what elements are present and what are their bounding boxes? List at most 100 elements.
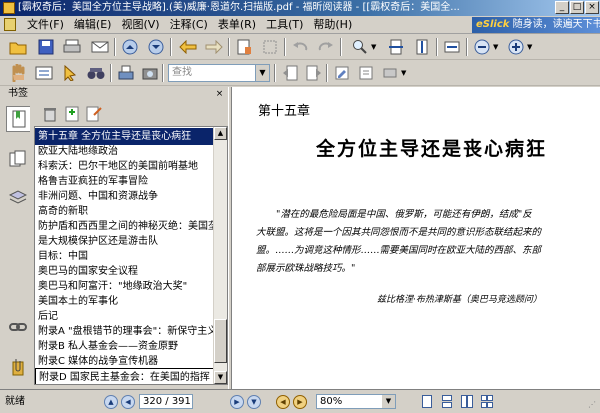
scroll-thumb[interactable]: [214, 319, 227, 363]
select-area-icon[interactable]: [260, 37, 280, 57]
redo-icon[interactable]: [316, 37, 336, 57]
pointer-select-icon[interactable]: [60, 63, 80, 83]
hand-tool-icon[interactable]: [8, 63, 28, 83]
attachments-tab-icon[interactable]: [6, 354, 30, 380]
add-bookmark-icon[interactable]: [62, 104, 82, 124]
email-icon[interactable]: [90, 37, 110, 57]
toolbar-separator: [284, 38, 286, 56]
document-page[interactable]: 第十五章 全方位主导还是丧心病狂 "潜在的最危险局面是中国、俄罗斯，可能还有伊朗…: [232, 87, 600, 389]
eslick-banner[interactable]: eSlick 随身读，读遍天下书！: [472, 17, 600, 33]
sidebar-close-icon[interactable]: ×: [214, 89, 225, 100]
forward-arrow-icon[interactable]: [204, 37, 224, 57]
quote-attribution: 兹比格涅·布热津斯基（奥巴马竞选顾问）: [377, 295, 542, 305]
search-binoculars-icon[interactable]: [86, 63, 106, 83]
search-input[interactable]: 查找 ▼: [168, 64, 270, 82]
toolbar-separator: [170, 38, 172, 56]
bookmark-properties-icon[interactable]: [84, 104, 104, 124]
find-next-icon[interactable]: [304, 63, 324, 83]
annotation-dropdown-icon[interactable]: ▼: [401, 69, 406, 77]
window-title: [霸权奇后：美国全方位主导战略].(美)威廉·恩道尔.扫描版.pdf - 福昕阅…: [18, 2, 460, 13]
back-arrow-icon[interactable]: [178, 37, 198, 57]
sidebar-panel-tabs: [2, 104, 34, 389]
main-toolbar: ▼ ▼ ▼: [0, 34, 600, 60]
zoom-out-dropdown-icon[interactable]: ▼: [493, 43, 498, 51]
minimize-button[interactable]: _: [555, 1, 569, 14]
zoom-level-select[interactable]: 80% ▼: [316, 394, 396, 409]
quote-line: 部展示欧珠战略技巧。": [256, 263, 356, 274]
next-page-icon[interactable]: [146, 37, 166, 57]
bookmark-list: 第十五章 全方位主导还是丧心病狂 欧亚大陆地缘政治 科索沃：巴尔干地区的美国前哨…: [34, 126, 228, 385]
maximize-button[interactable]: □: [570, 1, 584, 14]
snapshot-icon[interactable]: [140, 63, 160, 83]
quote-line: 盟。……为调竞这种情形……需要美国同时在欧亚大陆的西部、东部: [256, 245, 542, 256]
scroll-down-icon[interactable]: ▼: [214, 371, 227, 384]
menu-view[interactable]: 视图(V): [116, 16, 164, 34]
app-icon[interactable]: [3, 2, 15, 14]
zoom-tool-icon[interactable]: [350, 37, 370, 57]
open-folder-icon[interactable]: [8, 37, 28, 57]
menu-tools[interactable]: 工具(T): [261, 16, 308, 34]
go-forward-icon[interactable]: ▶: [293, 395, 307, 409]
zoom-in-dropdown-icon[interactable]: ▼: [527, 43, 532, 51]
save-icon[interactable]: [36, 37, 56, 57]
toolbar-separator: [274, 64, 276, 82]
menu-edit[interactable]: 编辑(E): [69, 16, 117, 34]
typewriter-icon[interactable]: [116, 63, 136, 83]
bookmark-scrollbar[interactable]: ▲ ▼: [213, 127, 227, 384]
document-menu-icon[interactable]: [4, 18, 16, 31]
stamp-icon[interactable]: [380, 63, 400, 83]
toolbar-separator: [326, 64, 328, 82]
chapter-title: 全方位主导还是丧心病狂: [316, 138, 548, 160]
zoom-out-icon[interactable]: [472, 37, 492, 57]
document-properties-icon[interactable]: [234, 37, 254, 57]
previous-page-button-icon[interactable]: ◀: [121, 395, 135, 409]
toolbar-separator: [110, 64, 112, 82]
scroll-up-icon[interactable]: ▲: [214, 127, 227, 140]
quote-line: 大联盟。这将是一个因其共同怨恨而不是共同的意识形态联结起来的: [256, 227, 542, 238]
note-icon[interactable]: [356, 63, 376, 83]
actual-size-icon[interactable]: [442, 37, 462, 57]
next-page-button-icon[interactable]: ▶: [230, 395, 244, 409]
chapter-number: 第十五章: [258, 104, 311, 119]
zoom-in-icon[interactable]: [506, 37, 526, 57]
undo-icon[interactable]: [290, 37, 310, 57]
page-thumbnails-tab-icon[interactable]: [6, 146, 30, 172]
bookmarks-tab-icon[interactable]: [6, 106, 30, 132]
continuous-view-icon[interactable]: [440, 394, 454, 409]
last-page-icon[interactable]: ▼: [247, 395, 261, 409]
delete-bookmark-icon[interactable]: [40, 104, 60, 124]
print-icon[interactable]: [62, 37, 82, 57]
page-number-input[interactable]: 320 / 391: [139, 394, 193, 409]
menu-file[interactable]: 文件(F): [22, 16, 69, 34]
quote-line: "潜在的最危险局面是中国、俄罗斯，可能还有伊朗，结成"反: [276, 209, 532, 220]
layers-tab-icon[interactable]: [6, 184, 30, 210]
tools-toolbar: 查找 ▼ ▼: [0, 60, 600, 86]
single-page-view-icon[interactable]: [420, 394, 434, 409]
bookmark-item[interactable]: 附录D 国家民主基金会：在美国的指挥: [35, 368, 215, 384]
close-window-button[interactable]: ×: [585, 1, 599, 14]
search-dropdown-icon[interactable]: ▼: [255, 65, 269, 81]
first-page-icon[interactable]: ▲: [104, 395, 118, 409]
menu-help[interactable]: 帮助(H): [308, 16, 357, 34]
links-tab-icon[interactable]: [6, 314, 30, 340]
fit-width-icon[interactable]: [386, 37, 406, 57]
fit-page-icon[interactable]: [412, 37, 432, 57]
highlight-icon[interactable]: [332, 63, 352, 83]
zoom-dropdown-icon[interactable]: ▼: [382, 395, 395, 408]
toolbar-separator: [162, 64, 164, 82]
toolbar-separator: [466, 38, 468, 56]
previous-page-icon[interactable]: [120, 37, 140, 57]
go-back-icon[interactable]: ◀: [276, 395, 290, 409]
sidebar-title: 书签: [8, 88, 28, 99]
zoom-tool-dropdown-icon[interactable]: ▼: [371, 43, 376, 51]
toolbar-separator: [114, 38, 116, 56]
menu-form[interactable]: 表单(R): [213, 16, 261, 34]
continuous-facing-view-icon[interactable]: [480, 394, 494, 409]
find-previous-icon[interactable]: [280, 63, 300, 83]
facing-view-icon[interactable]: [460, 394, 474, 409]
zoom-level-value: 80%: [320, 396, 343, 407]
status-bar: 就绪 ▲ ◀ 320 / 391 ▶ ▼ ◀ ▶ 80% ▼ ⋰: [0, 389, 600, 413]
select-text-icon[interactable]: [34, 63, 54, 83]
resize-grip-icon[interactable]: ⋰: [588, 400, 598, 410]
menu-comment[interactable]: 注释(C): [165, 16, 213, 34]
